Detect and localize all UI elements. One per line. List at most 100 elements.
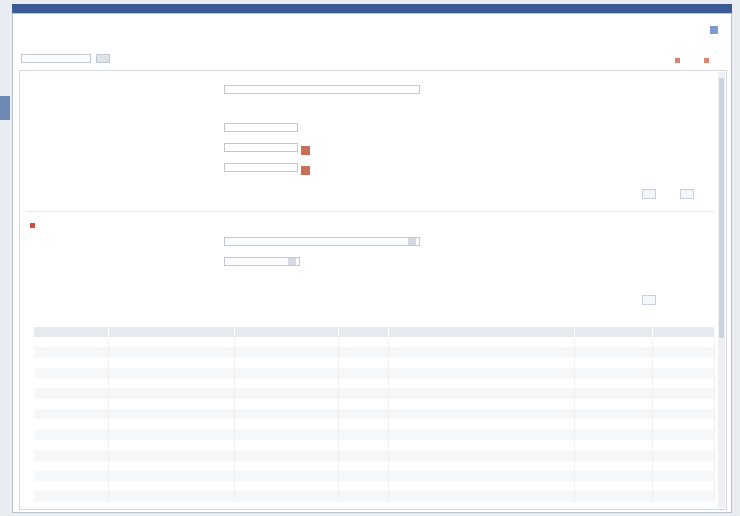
table-cell	[34, 481, 109, 492]
table-cell	[652, 470, 715, 482]
link-1-icon	[675, 58, 681, 63]
filter-dropdown-2[interactable]	[224, 257, 300, 266]
general-button-2[interactable]	[680, 189, 694, 199]
table-row[interactable]	[34, 347, 715, 358]
vertical-scrollbar[interactable]	[718, 72, 725, 508]
table-cell	[234, 357, 339, 368]
warning-icon	[30, 223, 35, 228]
table-cell	[338, 419, 389, 430]
table-row[interactable]	[34, 378, 715, 389]
table-row[interactable]	[34, 367, 715, 379]
column-header[interactable]	[574, 327, 653, 337]
table-cell[interactable]	[108, 409, 235, 420]
table-cell[interactable]	[108, 460, 235, 471]
field-input-3[interactable]	[224, 123, 298, 132]
table-cell[interactable]	[108, 347, 235, 358]
column-header[interactable]	[34, 327, 109, 337]
table-cell	[234, 481, 339, 492]
table-cell[interactable]	[388, 367, 575, 379]
table-cell[interactable]	[108, 491, 235, 502]
table-cell[interactable]	[108, 470, 235, 482]
table-cell	[34, 419, 109, 430]
table-cell[interactable]	[388, 419, 575, 430]
table-cell	[652, 337, 715, 348]
table-row[interactable]	[34, 481, 715, 492]
table-cell	[574, 491, 653, 502]
top-link-1[interactable]	[675, 58, 692, 65]
layout-go-button[interactable]	[95, 54, 110, 63]
top-link-2[interactable]	[704, 58, 721, 65]
table-cell[interactable]	[388, 388, 575, 399]
table-row[interactable]	[34, 337, 715, 348]
table-cell	[234, 429, 339, 440]
column-header[interactable]	[338, 327, 389, 337]
table-cell	[34, 378, 109, 389]
table-cell	[338, 439, 389, 451]
table-cell[interactable]	[388, 481, 575, 492]
table-cell	[34, 357, 109, 368]
table-cell[interactable]	[108, 429, 235, 440]
table-cell[interactable]	[108, 450, 235, 461]
table-cell	[652, 450, 715, 461]
table-cell	[234, 398, 339, 410]
table-row[interactable]	[34, 409, 715, 420]
general-button-1[interactable]	[642, 189, 656, 199]
table-cell[interactable]	[108, 398, 235, 410]
layout-selector[interactable]	[21, 54, 110, 63]
filter-button[interactable]	[642, 295, 656, 305]
calendar-icon[interactable]	[301, 165, 310, 175]
table-row[interactable]	[34, 491, 715, 502]
table-cell	[652, 409, 715, 420]
table-cell[interactable]	[388, 347, 575, 358]
table-row[interactable]	[34, 357, 715, 368]
table-row[interactable]	[34, 439, 715, 451]
table-cell	[652, 367, 715, 379]
field-input-1[interactable]	[224, 85, 420, 94]
side-tab[interactable]	[0, 96, 10, 120]
scrollbar-thumb[interactable]	[719, 78, 724, 338]
table-row[interactable]	[34, 419, 715, 430]
table-cell	[34, 439, 109, 451]
table-cell[interactable]	[108, 388, 235, 399]
table-cell[interactable]	[388, 337, 575, 348]
field-input-4[interactable]	[224, 143, 298, 152]
help-link[interactable]	[710, 26, 721, 34]
table-cell	[338, 347, 389, 358]
table-cell	[574, 337, 653, 348]
column-header[interactable]	[652, 327, 715, 337]
column-header[interactable]	[234, 327, 339, 337]
table-cell	[338, 409, 389, 420]
table-cell[interactable]	[108, 357, 235, 368]
table-cell[interactable]	[388, 470, 575, 482]
column-header[interactable]	[388, 327, 575, 337]
table-row[interactable]	[34, 450, 715, 461]
column-header[interactable]	[108, 327, 235, 337]
table-cell[interactable]	[108, 378, 235, 389]
table-row[interactable]	[34, 470, 715, 482]
table-cell[interactable]	[108, 337, 235, 348]
calendar-icon[interactable]	[301, 145, 310, 155]
table-cell[interactable]	[388, 439, 575, 451]
table-row[interactable]	[34, 398, 715, 410]
table-cell	[652, 460, 715, 471]
table-cell[interactable]	[388, 491, 575, 502]
table-cell	[338, 460, 389, 471]
table-cell[interactable]	[388, 378, 575, 389]
filter-dropdown-1[interactable]	[224, 237, 420, 246]
layout-dropdown[interactable]	[21, 54, 91, 63]
table-cell[interactable]	[388, 357, 575, 368]
table-cell[interactable]	[388, 409, 575, 420]
table-cell[interactable]	[388, 429, 575, 440]
table-cell[interactable]	[388, 398, 575, 410]
table-row[interactable]	[34, 388, 715, 399]
table-cell[interactable]	[108, 367, 235, 379]
field-input-5[interactable]	[224, 163, 298, 172]
table-cell[interactable]	[108, 439, 235, 451]
table-cell[interactable]	[388, 450, 575, 461]
table-cell	[34, 337, 109, 348]
table-cell[interactable]	[108, 419, 235, 430]
table-cell[interactable]	[108, 481, 235, 492]
table-row[interactable]	[34, 460, 715, 471]
table-cell[interactable]	[388, 460, 575, 471]
table-row[interactable]	[34, 429, 715, 440]
